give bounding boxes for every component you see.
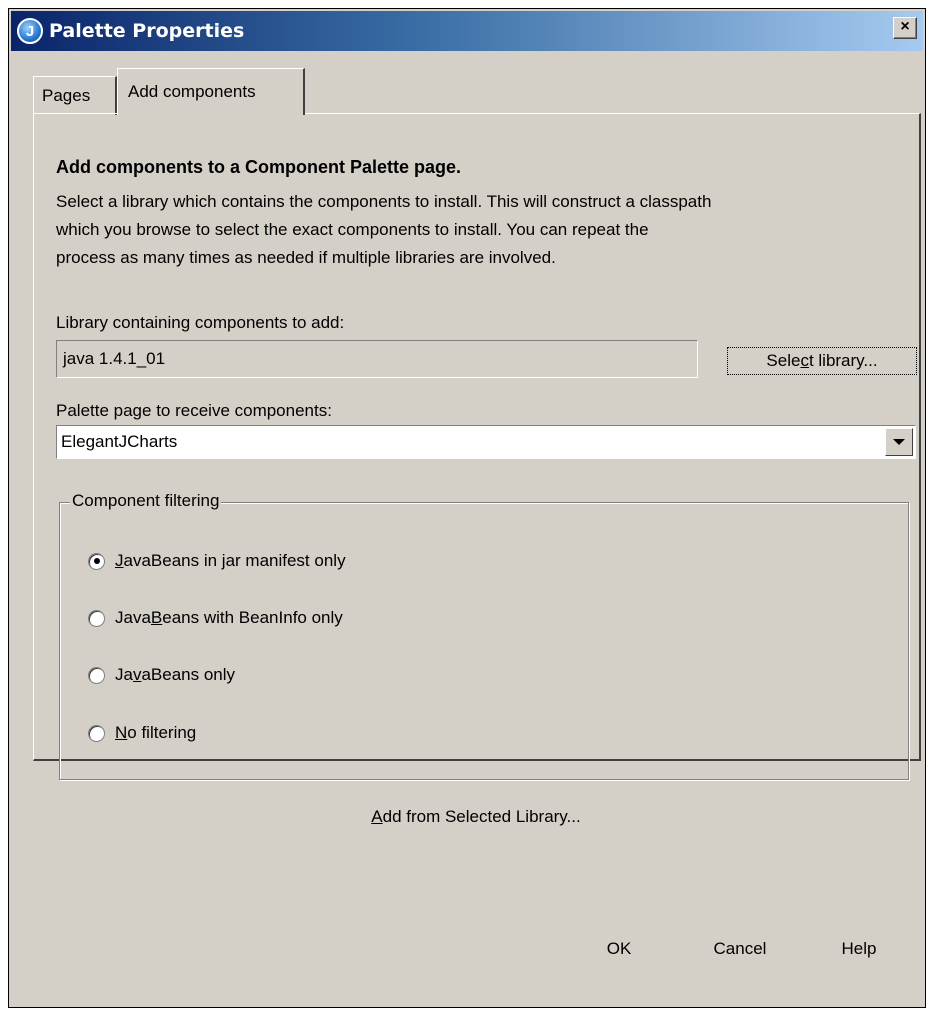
- add-from-selected-library-button[interactable]: Add from Selected Library...: [344, 801, 608, 833]
- radio-javabeans-only[interactable]: JavaBeans only: [88, 665, 235, 685]
- description-line: which you browse to select the exact com…: [56, 220, 649, 239]
- palette-page-value: ElegantJCharts: [61, 432, 178, 451]
- radio-button[interactable]: [88, 666, 105, 684]
- close-icon: ×: [900, 18, 910, 35]
- radio-label: JavaBeans in jar manifest only: [115, 551, 346, 570]
- description-line: Select a library which contains the comp…: [56, 192, 712, 211]
- dropdown-button[interactable]: [885, 428, 913, 456]
- palette-page-label: Palette page to receive components:: [56, 401, 332, 420]
- select-library-label: Select library...: [766, 351, 878, 370]
- radio-beaninfo[interactable]: JavaBeans with BeanInfo only: [88, 608, 343, 628]
- radio-button[interactable]: [88, 724, 105, 742]
- library-value: java 1.4.1_01: [63, 349, 166, 368]
- radio-label: No filtering: [115, 723, 197, 742]
- palette-page-select[interactable]: ElegantJCharts: [56, 425, 916, 459]
- jdeveloper-icon: J: [17, 18, 43, 44]
- title-bar[interactable]: J Palette Properties ×: [11, 11, 923, 51]
- chevron-down-icon: [893, 439, 905, 445]
- panel-description: Select a library which contains the comp…: [56, 188, 926, 272]
- close-button[interactable]: ×: [893, 17, 917, 39]
- component-filtering-group: Component filtering JavaBeans in jar man…: [59, 491, 909, 780]
- palette-properties-dialog: J Palette Properties × Pages Add compone…: [8, 8, 926, 1008]
- radio-button[interactable]: [88, 609, 105, 627]
- add-from-label: Add from Selected Library...: [371, 807, 581, 826]
- help-button[interactable]: Help: [824, 929, 894, 969]
- select-library-button[interactable]: Select library...: [727, 347, 917, 375]
- tab-add-components[interactable]: Add components: [117, 68, 305, 115]
- radio-no-filtering[interactable]: No filtering: [88, 723, 196, 743]
- tab-pages-label: Pages: [42, 86, 91, 105]
- radio-label: JavaBeans with BeanInfo only: [115, 608, 343, 627]
- panel-heading: Add components to a Component Palette pa…: [56, 157, 462, 177]
- help-label: Help: [841, 939, 877, 958]
- radio-selected-dot: [93, 558, 100, 564]
- add-components-panel: Add components to a Component Palette pa…: [33, 113, 921, 826]
- cancel-label: Cancel: [713, 939, 767, 958]
- description-line: process as many times as needed if multi…: [56, 248, 556, 267]
- ok-label: OK: [606, 939, 632, 958]
- radio-label: JavaBeans only: [115, 665, 236, 684]
- ok-button[interactable]: OK: [589, 929, 649, 969]
- cancel-button[interactable]: Cancel: [695, 929, 785, 969]
- library-label: Library containing components to add:: [56, 313, 345, 332]
- component-filtering-title: Component filtering: [70, 491, 222, 511]
- radio-jar-manifest[interactable]: JavaBeans in jar manifest only: [88, 551, 346, 571]
- tab-add-components-label: Add components: [128, 82, 256, 101]
- radio-button[interactable]: [88, 552, 105, 570]
- window-title: Palette Properties: [49, 20, 245, 42]
- tab-pages[interactable]: Pages: [33, 76, 117, 115]
- library-field: java 1.4.1_01: [56, 340, 698, 378]
